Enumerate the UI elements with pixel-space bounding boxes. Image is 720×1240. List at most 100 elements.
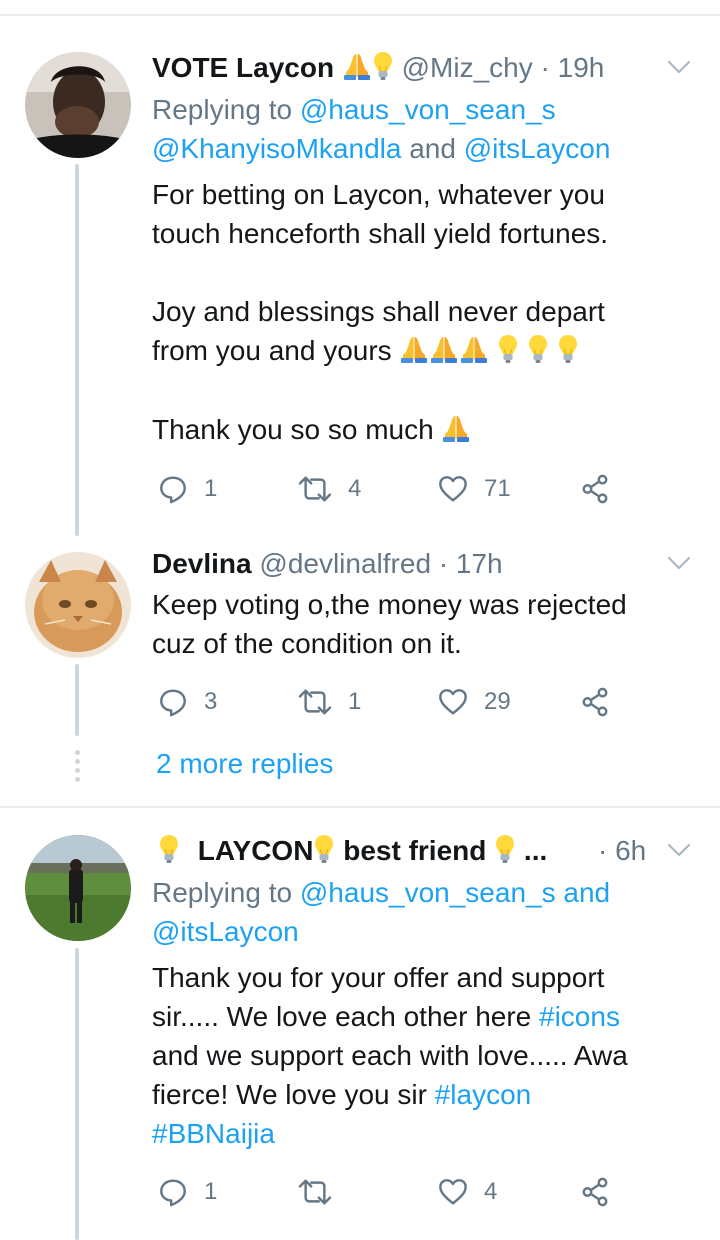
name-ellipsis: ... [523, 835, 548, 866]
display-name-part: LAYCON [197, 835, 314, 866]
avatar[interactable] [25, 552, 131, 658]
tweet-text-line: #BBNaijia [152, 1114, 275, 1153]
tweet-header: LAYCON best friend ... [152, 833, 592, 869]
light-bulb-icon [557, 334, 579, 364]
mention-link[interactable]: @haus_von_sean_s [300, 94, 556, 125]
tweet-text: Joy and blessings shall never depart [152, 296, 605, 327]
reply-button[interactable]: 1 [158, 469, 217, 509]
light-bulb-icon [372, 51, 394, 81]
reply-icon [158, 687, 188, 717]
tweet-header: Devlina @devlinalfred · 17h [152, 546, 503, 582]
avatar[interactable] [25, 835, 131, 941]
replying-to-cont: @KhanyisoMkandla and @itsLaycon [152, 129, 610, 168]
share-button[interactable] [580, 1172, 626, 1212]
mention-link[interactable]: @haus_von_sean_s [300, 877, 556, 908]
timestamp[interactable]: · 19h [541, 52, 605, 83]
timestamp[interactable]: · 17h [439, 548, 503, 579]
tweet-actions: 3 1 29 [152, 682, 672, 722]
folded-hands-icon [342, 51, 372, 81]
tweet-header: VOTE Laycon @Miz_chy · 19h [152, 50, 604, 86]
folded-hands-icon [441, 413, 471, 443]
more-replies-link[interactable]: 2 more replies [156, 746, 333, 782]
tweet-text: from you and yours [152, 335, 392, 366]
retweet-count: 4 [348, 475, 362, 502]
hashtag-link[interactable]: #icons [539, 1001, 620, 1032]
reply-button[interactable]: 1 [158, 1172, 217, 1212]
like-button[interactable]: 71 [438, 469, 511, 509]
chevron-down-icon[interactable] [666, 837, 692, 863]
share-icon [580, 687, 610, 717]
heart-icon [438, 687, 468, 717]
tweet-actions: 1 4 71 [152, 469, 672, 509]
like-button[interactable]: 4 [438, 1172, 497, 1212]
like-count: 29 [484, 688, 511, 715]
thread-line [75, 164, 79, 536]
tweet-text: touch henceforth shall yield fortunes. [152, 218, 609, 249]
light-bulb-icon [527, 334, 549, 364]
share-icon [580, 1177, 610, 1207]
share-button[interactable] [580, 682, 626, 722]
user-handle[interactable]: @devlinalfred [259, 548, 431, 579]
light-bulb-icon [313, 834, 335, 864]
like-button[interactable]: 29 [438, 682, 511, 722]
tweet-text: cuz of the condition on it. [152, 628, 462, 659]
like-count: 4 [484, 1178, 498, 1205]
tweet-actions: 1 4 [152, 1172, 672, 1212]
tweet-text-line: fierce! We love you sir #laycon [152, 1075, 531, 1114]
user-handle[interactable]: @Miz_chy [402, 52, 533, 83]
display-name[interactable]: LAYCON best friend ... [198, 835, 547, 866]
tweet-text: Keep voting o,the money was rejected [152, 589, 627, 620]
top-divider [0, 14, 720, 16]
display-name[interactable]: VOTE Laycon [152, 52, 334, 83]
share-button[interactable] [580, 469, 626, 509]
reply-count: 1 [204, 475, 218, 502]
reply-button[interactable]: 3 [158, 682, 217, 722]
tweet-text: fierce! We love you sir [152, 1079, 435, 1110]
hashtag-link[interactable]: #laycon [435, 1079, 532, 1110]
light-bulb-icon [158, 834, 180, 864]
hashtag-link[interactable]: #BBNaijia [152, 1118, 275, 1149]
replying-to-label: Replying to [152, 877, 293, 908]
tweet-text: Thank you so so much [152, 414, 434, 445]
mention-link[interactable]: @KhanyisoMkandla [152, 133, 401, 164]
retweet-button[interactable]: 4 [298, 469, 361, 509]
heart-icon [438, 1177, 468, 1207]
timestamp-wrap: · 6h [598, 833, 646, 869]
mention-link[interactable]: @itsLaycon [464, 133, 611, 164]
retweet-icon [298, 687, 332, 717]
tweet-text: For betting on Laycon, whatever you [152, 179, 605, 210]
and-label: and [563, 877, 611, 908]
light-bulb-icon [497, 334, 519, 364]
retweet-button[interactable]: 1 [298, 682, 361, 722]
chevron-down-icon[interactable] [666, 54, 692, 80]
tweet-text: Thank you for your offer and support [152, 962, 605, 993]
replying-to-cont: @itsLaycon [152, 912, 299, 951]
heart-icon [438, 474, 468, 504]
chevron-down-icon[interactable] [666, 550, 692, 576]
share-icon [580, 474, 610, 504]
timestamp[interactable]: · 6h [598, 835, 646, 866]
folded-hands-icon [429, 334, 459, 364]
tweet-text-with-emoji: from you and yours [152, 331, 579, 370]
retweet-icon [298, 1177, 332, 1207]
thread-line [75, 948, 79, 1240]
like-count: 71 [484, 475, 511, 502]
retweet-button[interactable] [298, 1172, 348, 1212]
replying-to: Replying to @haus_von_sean_s and [152, 873, 610, 912]
and-label: and [409, 133, 456, 164]
avatar[interactable] [25, 52, 131, 158]
display-name[interactable]: Devlina [152, 548, 252, 579]
tweet-text-with-emoji: Thank you so so much [152, 410, 471, 449]
thread-dots [75, 750, 81, 786]
tweet-text: sir..... We love each other here [152, 1001, 540, 1032]
folded-hands-icon [459, 334, 489, 364]
light-bulb-icon [494, 834, 516, 864]
retweet-count: 1 [348, 688, 362, 715]
retweet-icon [298, 474, 332, 504]
mention-link[interactable]: @itsLaycon [152, 916, 299, 947]
reply-count: 1 [204, 1178, 218, 1205]
replying-to: Replying to @haus_von_sean_s [152, 90, 556, 129]
reply-count: 3 [204, 688, 218, 715]
reply-icon [158, 1177, 188, 1207]
tweet-text: and we support each with love..... Awa [152, 1040, 628, 1071]
